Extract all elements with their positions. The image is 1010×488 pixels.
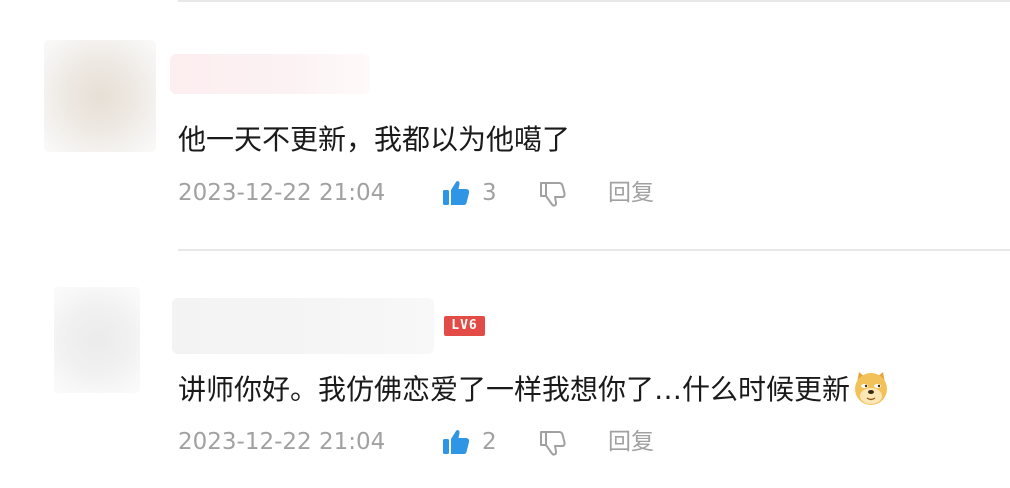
thumbs-down-icon[interactable] (538, 429, 566, 457)
reply-button[interactable]: 回复 (608, 177, 654, 209)
level-badge: LV6 (444, 316, 485, 336)
reply-button[interactable]: 回复 (608, 426, 654, 458)
like-count: 3 (482, 180, 497, 206)
avatar[interactable] (54, 287, 140, 393)
top-divider (178, 0, 1010, 2)
doge-icon (852, 369, 890, 407)
comment-divider (178, 249, 1010, 251)
avatar[interactable] (44, 40, 156, 152)
comment-text: 他一天不更新，我都以为他噶了 (178, 123, 571, 156)
timestamp: 2023-12-22 21:04 (178, 429, 386, 455)
thumbs-up-icon[interactable] (442, 429, 470, 455)
thumbs-down-icon[interactable] (538, 180, 566, 208)
username[interactable] (170, 54, 370, 94)
comment-text: 讲师你好。我仿佛恋爱了一样我想你了…什么时候更新 (178, 372, 890, 410)
like-count: 2 (482, 429, 497, 455)
timestamp: 2023-12-22 21:04 (178, 180, 386, 206)
username[interactable] (172, 298, 434, 354)
thumbs-up-icon[interactable] (442, 180, 470, 206)
comment-text-content: 讲师你好。我仿佛恋爱了一样我想你了…什么时候更新 (178, 373, 851, 406)
